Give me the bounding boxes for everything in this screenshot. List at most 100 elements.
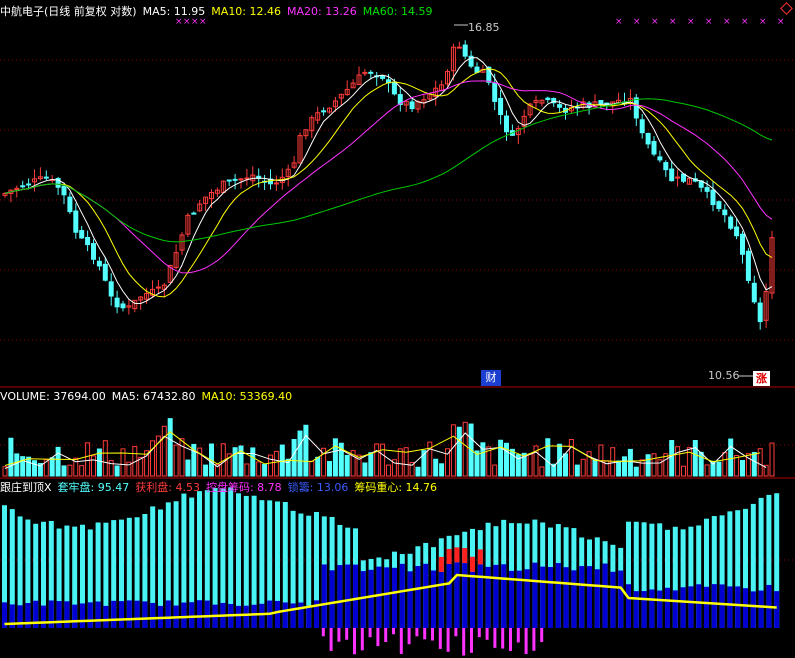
lock-bar bbox=[321, 564, 327, 628]
candle-body bbox=[704, 187, 710, 192]
indicator-name[interactable]: 跟庄到顶 bbox=[0, 481, 44, 494]
candle-body bbox=[651, 140, 657, 155]
control-bar bbox=[540, 628, 544, 643]
volume-bar bbox=[622, 456, 627, 477]
volume-bar bbox=[55, 446, 61, 477]
control-bar bbox=[501, 628, 505, 649]
lock-bar bbox=[376, 566, 382, 628]
top-signal-marker: × bbox=[651, 17, 659, 27]
volume-bar bbox=[332, 438, 338, 477]
candle-body bbox=[745, 250, 751, 281]
candle-body bbox=[663, 162, 669, 171]
lock-bar bbox=[438, 571, 444, 628]
control-bar bbox=[470, 628, 473, 653]
candle-body bbox=[232, 178, 238, 181]
ma60-label: MA60: 14.59 bbox=[362, 5, 433, 18]
volume-bar bbox=[167, 418, 173, 477]
stock-title: 中航电子(日线 前复权 对数) bbox=[0, 5, 137, 18]
volume-bar bbox=[545, 438, 551, 477]
candle-body bbox=[26, 183, 32, 186]
volume-bar bbox=[138, 456, 144, 477]
volume-bar bbox=[592, 459, 598, 477]
volume-bar bbox=[681, 465, 686, 477]
lock-bar bbox=[103, 605, 109, 628]
volume-bar bbox=[669, 440, 675, 477]
lock-bar bbox=[680, 587, 686, 628]
volume-bar bbox=[415, 466, 421, 477]
volume-bar bbox=[751, 451, 757, 477]
lock-bar bbox=[540, 566, 546, 628]
lock-bar bbox=[579, 566, 585, 628]
lock-bar bbox=[774, 591, 780, 628]
volume-bar bbox=[769, 442, 775, 477]
control-bar bbox=[454, 628, 458, 637]
lock-bar bbox=[555, 563, 561, 628]
lock-bar bbox=[189, 602, 195, 628]
lock-bar bbox=[384, 567, 390, 628]
financial-report-badge[interactable]: 财 bbox=[481, 370, 501, 386]
lock-bar bbox=[641, 591, 647, 628]
candle-body bbox=[191, 212, 197, 215]
volume-bar bbox=[462, 421, 468, 477]
control-bar bbox=[477, 628, 481, 638]
volume-bar bbox=[610, 447, 616, 477]
candle-body bbox=[504, 115, 509, 133]
control-bar bbox=[516, 628, 520, 643]
lock-bar bbox=[758, 590, 764, 628]
volume-bar bbox=[102, 440, 108, 477]
lock-bar bbox=[618, 570, 624, 628]
profit-label: 获利盘: 4.53 bbox=[135, 481, 200, 494]
volume-bar bbox=[49, 457, 55, 477]
control-bar bbox=[493, 628, 497, 648]
top-signal-marker: × bbox=[777, 17, 785, 27]
volume-bar bbox=[456, 426, 462, 477]
candle-body bbox=[657, 156, 663, 161]
indicator-close-icon[interactable]: X bbox=[44, 481, 52, 494]
lock-bar bbox=[360, 571, 366, 628]
control-bar bbox=[524, 628, 528, 654]
high-price-label: 16.85 bbox=[468, 21, 500, 34]
lock-bar bbox=[548, 566, 553, 628]
control-bar bbox=[415, 628, 419, 637]
volume-bar bbox=[734, 454, 740, 477]
lock-bar bbox=[462, 563, 468, 628]
candle-body bbox=[681, 173, 686, 182]
volume-label: VOLUME: 37694.00 bbox=[0, 390, 106, 403]
lock-bar bbox=[532, 562, 538, 628]
lock-bar bbox=[602, 563, 608, 628]
lock-bar bbox=[126, 600, 132, 628]
lock-bar bbox=[298, 602, 304, 628]
profit-bar bbox=[446, 548, 452, 564]
lock-bar bbox=[337, 565, 343, 628]
lock-bar bbox=[64, 601, 70, 628]
lock-bar bbox=[80, 603, 85, 628]
lock-bar bbox=[204, 600, 210, 628]
limit-up-badge[interactable]: 涨 bbox=[753, 371, 770, 386]
candle-body bbox=[492, 82, 498, 102]
lock-bar bbox=[743, 588, 748, 628]
candle-body bbox=[120, 303, 126, 309]
stock-chart-canvas[interactable]: × × × × × × × × × × × × × × bbox=[0, 0, 795, 658]
control-bar bbox=[509, 628, 512, 652]
lock-bar bbox=[719, 584, 725, 628]
volume-bar bbox=[173, 444, 179, 477]
control-bar bbox=[485, 628, 489, 640]
volume-bar bbox=[8, 437, 14, 477]
lock-bar bbox=[454, 562, 460, 628]
lock-bar bbox=[95, 601, 101, 628]
candle-body bbox=[108, 281, 114, 297]
candle-body bbox=[740, 233, 745, 255]
control-bar bbox=[368, 628, 372, 638]
top-signal-marker: × bbox=[687, 17, 695, 27]
lock-bar bbox=[119, 601, 124, 628]
candle-body bbox=[645, 132, 651, 145]
candle-body bbox=[757, 302, 763, 323]
control-bar bbox=[446, 628, 450, 652]
control-bar bbox=[321, 628, 325, 637]
top-signal-marker: × bbox=[669, 17, 677, 27]
lock-bar bbox=[48, 600, 54, 628]
volume-bar bbox=[527, 453, 533, 477]
candle-body bbox=[380, 75, 386, 79]
candle-body bbox=[368, 71, 374, 74]
top-signal-marker: × bbox=[759, 17, 767, 27]
